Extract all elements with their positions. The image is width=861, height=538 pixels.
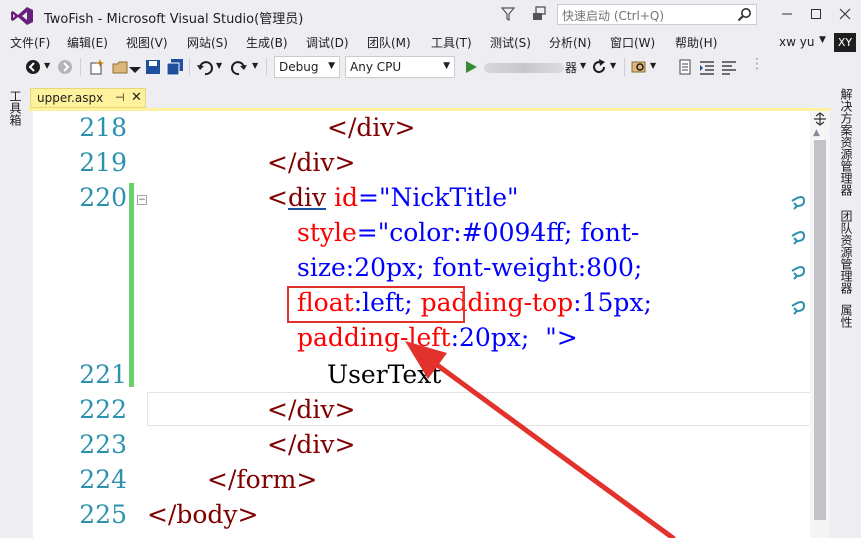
menu-build[interactable]: 生成(B): [246, 34, 288, 51]
menu-file[interactable]: 文件(F): [10, 34, 50, 51]
chevron-down-icon: ▼: [328, 61, 335, 71]
separator: [80, 58, 81, 76]
menu-analyze[interactable]: 分析(N): [549, 34, 591, 51]
scroll-up-icon[interactable]: ▲: [813, 128, 820, 138]
refresh-dropdown-icon[interactable]: ▼: [610, 61, 616, 70]
properties-tab[interactable]: 属性: [838, 304, 855, 328]
search-icon[interactable]: [737, 7, 752, 22]
solution-configuration-dropdown[interactable]: Debug ▼: [274, 56, 340, 78]
annotation-arrow-icon: [405, 341, 676, 538]
comment-out-icon[interactable]: [720, 58, 738, 76]
open-dropdown-icon[interactable]: [126, 58, 144, 76]
menu-window[interactable]: 窗口(W): [610, 34, 655, 51]
quick-launch-box[interactable]: [557, 4, 757, 26]
separator: [189, 58, 190, 76]
user-caret-icon[interactable]: ▼: [819, 35, 826, 45]
redo-icon[interactable]: [230, 58, 248, 76]
tab-label: upper.aspx: [37, 91, 104, 105]
navigate-forward-icon[interactable]: [56, 58, 74, 76]
title-bar: TwoFish - Microsoft Visual Studio(管理员): [0, 0, 861, 32]
visual-studio-logo-icon: [11, 7, 33, 25]
refresh-icon[interactable]: [590, 58, 608, 76]
undo-icon[interactable]: [196, 58, 214, 76]
document-outline-icon[interactable]: [676, 58, 694, 76]
menu-debug[interactable]: 调试(D): [306, 34, 349, 51]
save-icon[interactable]: [144, 58, 162, 76]
window-title: TwoFish - Microsoft Visual Studio(管理员): [44, 12, 304, 27]
code-editor[interactable]: 218 219 220 221 222 223 224 225 − </div>…: [33, 111, 830, 538]
user-name[interactable]: xw yu: [779, 35, 814, 49]
blurred-browser-name: [484, 63, 564, 73]
navigate-back-icon[interactable]: [24, 58, 42, 76]
separator: [624, 58, 625, 76]
start-debugging-icon[interactable]: [462, 58, 480, 76]
back-dropdown-icon[interactable]: ▼: [44, 61, 50, 70]
avatar[interactable]: XY: [834, 33, 856, 52]
right-tool-window-strip: 解决方案资源管理器 团队资源管理器 属性: [830, 82, 861, 538]
document-tab-row: upper.aspx ⊣ ✕: [28, 82, 830, 110]
toolbox-tab[interactable]: 工具箱: [7, 90, 24, 126]
solution-explorer-tab[interactable]: 解决方案资源管理器: [838, 88, 855, 196]
solution-platform-dropdown[interactable]: Any CPU ▼: [345, 56, 455, 78]
restore-button[interactable]: [805, 4, 827, 24]
notification-icon[interactable]: [531, 5, 549, 23]
menu-test[interactable]: 测试(S): [490, 34, 531, 51]
menu-website[interactable]: 网站(S): [187, 34, 228, 51]
close-icon[interactable]: ✕: [131, 90, 142, 105]
menu-bar: 文件(F) 编辑(E) 视图(V) 网站(S) 生成(B) 调试(D) 团队(M…: [0, 32, 861, 52]
redo-dropdown-icon[interactable]: ▼: [252, 61, 258, 70]
close-window-button[interactable]: [834, 4, 856, 24]
menu-edit[interactable]: 编辑(E): [67, 34, 108, 51]
tab-upper-aspx[interactable]: upper.aspx ⊣ ✕: [30, 88, 146, 108]
find-in-files-icon[interactable]: [630, 58, 648, 76]
quick-launch-input[interactable]: [558, 6, 734, 26]
chevron-down-icon: ▼: [443, 61, 450, 71]
menu-help[interactable]: 帮助(H): [675, 34, 717, 51]
menu-view[interactable]: 视图(V): [126, 34, 168, 51]
team-explorer-tab[interactable]: 团队资源管理器: [838, 210, 855, 294]
scrollbar-thumb[interactable]: [814, 140, 826, 520]
left-tool-window-strip: 工具箱: [0, 82, 28, 538]
feedback-filter-icon[interactable]: [500, 6, 516, 22]
minimize-button[interactable]: [776, 4, 798, 24]
split-view-icon[interactable]: [812, 112, 828, 126]
new-project-icon[interactable]: [88, 58, 106, 76]
menu-tools[interactable]: 工具(T): [431, 34, 472, 51]
browser-label-fragment[interactable]: 器: [565, 59, 577, 76]
find-dropdown-icon[interactable]: ▼: [650, 61, 656, 70]
browser-dropdown-icon[interactable]: ▼: [580, 61, 586, 70]
standard-toolbar: ▼ ▼ ▼ Debug ▼ Any CPU ▼ 器 ▼ ▼ ▼ ⋮: [0, 54, 861, 80]
indent-icon[interactable]: [698, 58, 716, 76]
separator: [266, 58, 267, 76]
save-all-icon[interactable]: [166, 58, 184, 76]
solution-platform-value: Any CPU: [350, 60, 402, 74]
pin-icon[interactable]: ⊣: [115, 91, 125, 104]
menu-team[interactable]: 团队(M): [367, 34, 411, 51]
solution-configuration-value: Debug: [279, 60, 319, 74]
toolbar-overflow-icon[interactable]: ⋮: [750, 56, 764, 72]
undo-dropdown-icon[interactable]: ▼: [216, 61, 222, 70]
